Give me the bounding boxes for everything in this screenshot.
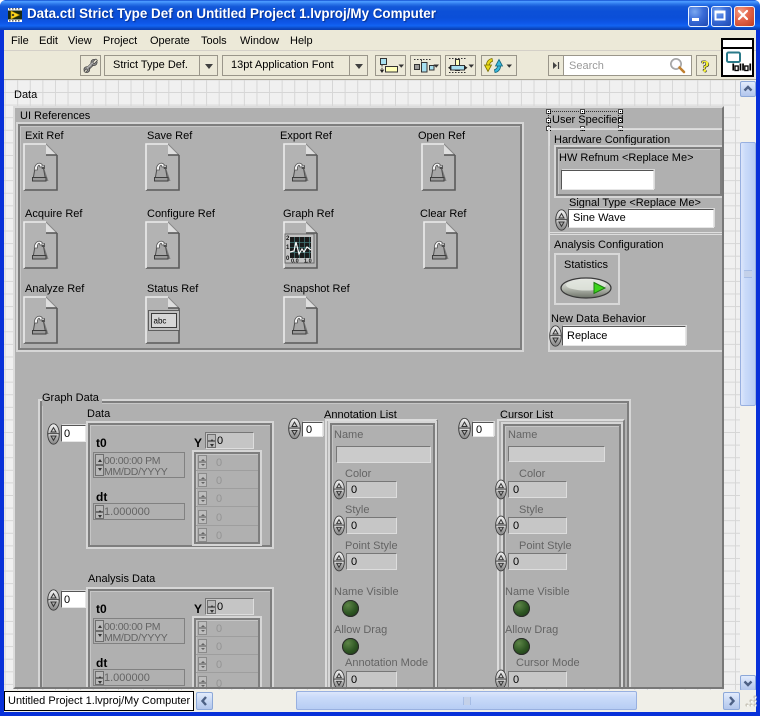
svg-text:1.0: 1.0 xyxy=(304,259,312,265)
svg-text:abc: abc xyxy=(154,317,167,326)
svg-text:0.0: 0.0 xyxy=(291,259,299,265)
svg-text:?: ? xyxy=(701,57,710,75)
